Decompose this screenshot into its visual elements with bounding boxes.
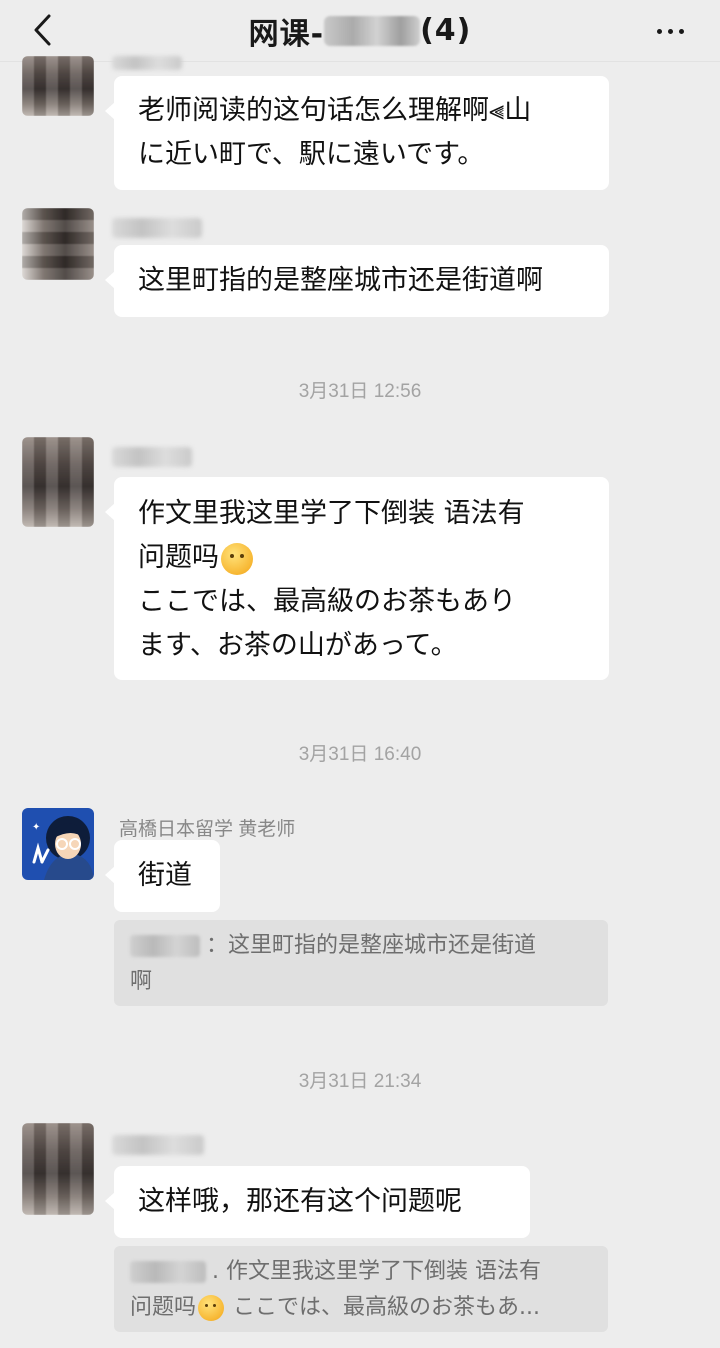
quoted-message[interactable]: . 作文里我这里学了下倒装 语法有 问题吗 ここでは、最高級のお茶もあ... bbox=[114, 1246, 608, 1332]
quoted-sender-redacted bbox=[130, 1261, 206, 1283]
message-bubble[interactable]: 这样哦，那还有这个问题呢 bbox=[105, 1166, 530, 1238]
quote-line: . 作文里我这里学了下倒装 语法有 bbox=[130, 1254, 592, 1290]
thinking-face-emoji bbox=[221, 542, 253, 575]
message-text: 问题吗 bbox=[138, 542, 219, 573]
svg-text:✦: ✦ bbox=[32, 822, 40, 833]
thinking-face-emoji bbox=[198, 1295, 225, 1321]
more-dots-icon bbox=[656, 28, 662, 34]
chat-header: 网课- (4) bbox=[0, 0, 720, 62]
message-bubble[interactable]: 街道 bbox=[105, 840, 220, 912]
chat-title-prefix: 网课- bbox=[248, 16, 325, 52]
message-bubble[interactable]: 老师阅读的这句话怎么理解啊⫷山 に近い町で、駅に遠いです。 bbox=[105, 76, 609, 190]
quote-line: 啊 bbox=[130, 969, 153, 994]
timestamp: 3月31日 12:56 bbox=[298, 381, 422, 402]
avatar-image bbox=[22, 1123, 94, 1215]
avatar[interactable] bbox=[22, 437, 94, 527]
message-line: 这里町指的是整座城市还是街道啊 bbox=[138, 265, 543, 296]
avatar[interactable] bbox=[22, 208, 94, 280]
more-dot bbox=[667, 28, 673, 34]
more-dot bbox=[678, 28, 684, 34]
more-button[interactable] bbox=[650, 18, 690, 44]
avatar[interactable] bbox=[22, 1123, 94, 1215]
sender-name: 高橋日本留学 黄老师 bbox=[119, 819, 296, 840]
quote-text: ：这里町指的是整座城市还是街道 bbox=[206, 933, 537, 958]
chat-title-redacted bbox=[324, 15, 421, 46]
quote-line: 问题吗 ここでは、最高級のお茶もあ... bbox=[130, 1290, 592, 1326]
message-line: 作文里我这里学了下倒装 语法有 bbox=[138, 498, 525, 529]
message-bubble[interactable]: 这里町指的是整座城市还是街道啊 bbox=[105, 245, 609, 317]
message-line: ここでは、最高級のお茶もあり bbox=[138, 586, 516, 617]
quote-text: . 作文里我这里学了下倒装 语法有 bbox=[212, 1259, 541, 1284]
sender-name-redacted bbox=[112, 447, 192, 467]
message-bubble[interactable]: 作文里我这里学了下倒装 语法有 问题吗 ここでは、最高級のお茶もあり ます、お茶… bbox=[105, 477, 609, 680]
chat-title: 网课- (4) bbox=[249, 9, 472, 53]
quote-line: ：这里町指的是整座城市还是街道 bbox=[130, 928, 592, 964]
message-line: 老师阅读的这句话怎么理解啊⫷山 bbox=[138, 95, 532, 126]
message-line: ます、お茶の山があって。 bbox=[138, 630, 458, 661]
teacher-avatar-image: ✦ bbox=[22, 808, 94, 880]
quoted-message[interactable]: ：这里町指的是整座城市还是街道 啊 bbox=[114, 920, 608, 1006]
avatar-image bbox=[22, 56, 94, 116]
quoted-sender-redacted bbox=[130, 935, 200, 957]
chevron-left-icon bbox=[34, 14, 51, 46]
avatar[interactable]: ✦ bbox=[22, 808, 94, 880]
quote-text: 问题吗 bbox=[130, 1295, 197, 1320]
avatar-image bbox=[22, 437, 94, 527]
sender-name-redacted bbox=[112, 1135, 204, 1155]
sender-name-redacted bbox=[112, 218, 202, 238]
message-line: 街道 bbox=[138, 860, 192, 891]
message-line: に近い町で、駅に遠いです。 bbox=[138, 139, 485, 170]
back-button[interactable] bbox=[22, 10, 62, 50]
avatar[interactable] bbox=[22, 56, 94, 116]
sender-name-redacted bbox=[112, 56, 182, 70]
message-line: 这样哦，那还有这个问题呢 bbox=[138, 1186, 462, 1217]
message-line: 问题吗 bbox=[138, 536, 585, 580]
quote-text: ここでは、最高級のお茶もあ... bbox=[226, 1295, 540, 1320]
avatar-image bbox=[22, 208, 94, 280]
chat-member-count: (4) bbox=[420, 13, 472, 48]
timestamp: 3月31日 21:34 bbox=[298, 1071, 422, 1092]
timestamp: 3月31日 16:40 bbox=[298, 744, 422, 765]
